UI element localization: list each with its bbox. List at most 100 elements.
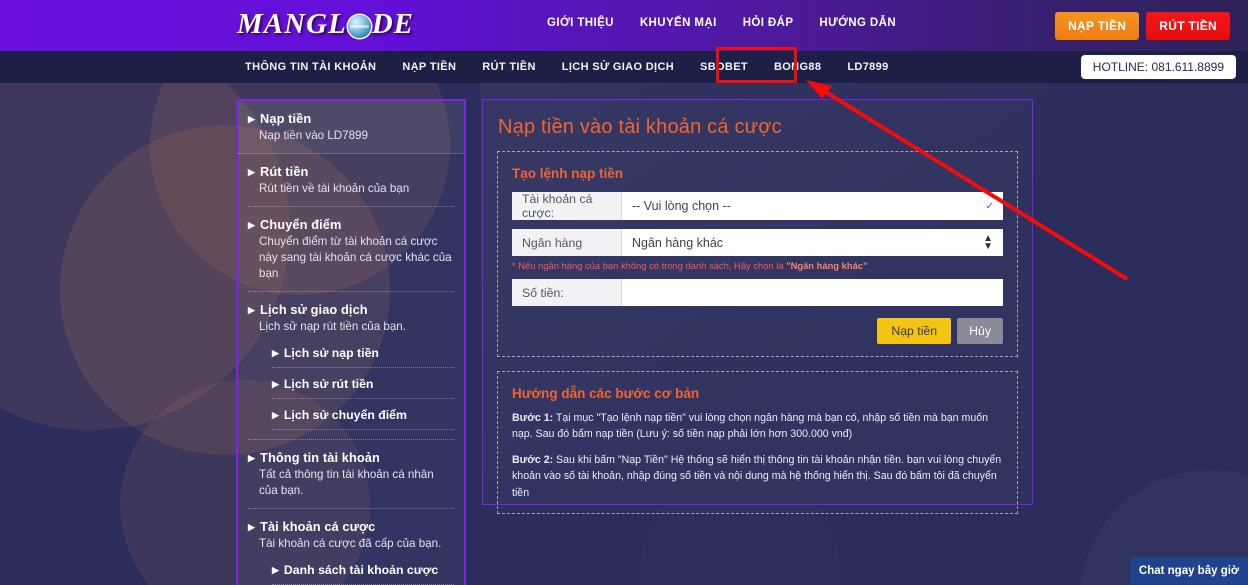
- sidebar-item-desc: Tài khoản cá cược đã cấp của bạn.: [259, 536, 442, 550]
- chevron-right-icon: ▶: [248, 114, 256, 124]
- secondary-nav-items: THÔNG TIN TÀI KHOẢN NẠP TIỀN RÚT TIỀN LỊ…: [232, 51, 902, 83]
- sidebar-item-title: ▶ Chuyển điểm: [248, 217, 454, 232]
- bank-field-label: Ngân hàng: [512, 229, 622, 256]
- account-select-value: -- Vui lòng chọn --: [632, 199, 731, 213]
- guide-title: Hướng dẫn các bước cơ bản: [512, 386, 700, 401]
- header-deposit-button[interactable]: NẠP TIỀN: [1055, 12, 1140, 40]
- bank-note-text: * Nếu ngân hàng của bạn không có trong d…: [512, 260, 787, 271]
- chevron-right-icon: ▶: [272, 347, 279, 358]
- subnav-item-rut-tien[interactable]: RÚT TIỀN: [469, 51, 549, 83]
- subnav-item-thong-tin-tai-khoan[interactable]: THÔNG TIN TÀI KHOẢN: [232, 51, 389, 83]
- page-root: MANGL DE GIỚI THIỆU KHUYẾN MẠI HỎI ĐÁP HƯ…: [0, 0, 1248, 585]
- header-nav: GIỚI THIỆU KHUYẾN MẠI HỎI ĐÁP HƯỚNG DẪN: [547, 17, 896, 29]
- form-buttons: Nạp tiền Hủy: [512, 318, 1003, 344]
- sidebar-subitem-label: Lịch sử nạp tiền: [283, 345, 379, 360]
- sidebar-subgroup-lich-su: ▶ Lịch sử nạp tiền ▶ Lịch sử rút tiền ▶ …: [248, 335, 454, 430]
- deposit-form-card: Tạo lệnh nạp tiền Tài khoản cá cược: -- …: [497, 151, 1018, 357]
- sidebar-item-label: Chuyển điểm: [260, 216, 342, 232]
- header-withdraw-button[interactable]: RÚT TIỀN: [1146, 12, 1230, 40]
- site-header: MANGL DE GIỚI THIỆU KHUYẾN MẠI HỎI ĐÁP HƯ…: [0, 0, 1248, 51]
- sidebar-item-desc: Rút tiền về tài khoản của bạn: [259, 181, 410, 195]
- account-sidebar: ▶ Nạp tiền Nạp tiền vào LD7899 ▶ Rút tiề…: [236, 99, 466, 585]
- form-title: Tạo lệnh nạp tiền: [512, 166, 624, 181]
- guide-card: Hướng dẫn các bước cơ bản Bước 1: Tại mụ…: [497, 371, 1018, 515]
- subnav-item-ld7899[interactable]: LD7899: [834, 51, 901, 83]
- page-title: Nạp tiền vào tài khoản cá cược: [498, 116, 782, 138]
- guide-step-2-label: Bước 2:: [512, 453, 554, 466]
- sidebar-item-nap-tien[interactable]: ▶ Nạp tiền Nạp tiền vào LD7899: [238, 101, 464, 154]
- header-nav-hoi-dap[interactable]: HỎI ĐÁP: [743, 17, 794, 29]
- guide-step-2-text: Sau khi bấm "Nạp Tiền" Hệ thống sẽ hiển …: [512, 453, 1002, 499]
- sidebar-item-title: ▶ Thông tin tài khoản: [248, 450, 454, 465]
- sidebar-subitem-lich-su-nap-tien[interactable]: ▶ Lịch sử nạp tiền: [272, 337, 454, 368]
- chat-widget-button[interactable]: Chat ngay bây giờ: [1130, 557, 1248, 585]
- subnav-item-nap-tien[interactable]: NẠP TIỀN: [389, 51, 469, 83]
- sidebar-item-tai-khoan-ca-cuoc[interactable]: ▶ Tài khoản cá cược Tài khoản cá cược đã…: [248, 509, 454, 585]
- sidebar-item-thong-tin-tai-khoan[interactable]: ▶ Thông tin tài khoản Tất cả thông tin t…: [248, 440, 454, 509]
- bank-select[interactable]: Ngân hàng khác ▲ ▼: [622, 229, 1003, 256]
- bank-select-value: Ngân hàng khác: [632, 235, 724, 250]
- sidebar-subitem-label: Lịch sử rút tiền: [283, 376, 374, 391]
- cancel-button[interactable]: Hủy: [957, 318, 1003, 344]
- guide-step-2: Bước 2: Sau khi bấm "Nạp Tiền" Hệ thống …: [512, 452, 1003, 501]
- main-content-panel: Nạp tiền vào tài khoản cá cược Tạo lệnh …: [482, 99, 1033, 515]
- header-nav-gioi-thieu[interactable]: GIỚI THIỆU: [547, 17, 614, 29]
- chevron-down-icon: ✓: [985, 200, 994, 212]
- sidebar-item-desc: Nạp tiền vào LD7899: [259, 129, 368, 142]
- chevron-right-icon: ▶: [248, 219, 256, 230]
- sidebar-item-label: Rút tiền: [260, 163, 309, 179]
- field-row-account: Tài khoản cá cược: -- Vui lòng chọn -- ✓: [512, 192, 1003, 220]
- chevron-right-icon: ▶: [272, 409, 279, 420]
- account-field-label: Tài khoản cá cược:: [512, 192, 622, 220]
- chevron-right-icon: ▶: [272, 564, 279, 575]
- secondary-nav: THÔNG TIN TÀI KHOẢN NẠP TIỀN RÚT TIỀN LỊ…: [0, 51, 1248, 83]
- chevron-right-icon: ▶: [248, 304, 256, 315]
- guide-step-1-label: Bước 1:: [512, 412, 554, 424]
- sidebar-item-rut-tien[interactable]: ▶ Rút tiền Rút tiền về tài khoản của bạn: [248, 154, 454, 207]
- sidebar-item-title: ▶ Lịch sử giao dịch: [248, 302, 454, 317]
- chevron-right-icon: ▶: [272, 378, 279, 389]
- sidebar-subitem-danh-sach-tai-khoan-cuoc[interactable]: ▶ Danh sách tài khoản cược: [272, 554, 454, 585]
- hotline-badge: HOTLINE: 081.611.8899: [1080, 55, 1236, 79]
- logo-text-after: DE: [371, 8, 415, 40]
- chevron-right-icon: ▶: [248, 452, 256, 463]
- sidebar-item-desc: Tất cả thông tin tài khoản cá nhân của b…: [259, 467, 434, 497]
- logo-text-before: MANGL: [237, 8, 347, 40]
- field-row-bank: Ngân hàng Ngân hàng khác ▲ ▼: [512, 229, 1003, 256]
- header-nav-khuyen-mai[interactable]: KHUYẾN MẠI: [640, 17, 717, 29]
- sidebar-subitem-lich-su-rut-tien[interactable]: ▶ Lịch sử rút tiền: [272, 368, 454, 399]
- guide-step-1: Bước 1: Tại mục "Tạo lệnh nạp tiền" vui …: [512, 410, 1003, 443]
- subnav-item-lich-su-giao-dich[interactable]: LỊCH SỬ GIAO DỊCH: [549, 51, 687, 83]
- site-logo[interactable]: MANGL DE: [237, 8, 414, 41]
- chevron-right-icon: ▶: [248, 521, 256, 532]
- sidebar-item-label: Nạp tiền: [260, 111, 312, 126]
- header-action-buttons: NẠP TIỀN RÚT TIỀN: [1055, 12, 1230, 40]
- sidebar-item-label: Tài khoản cá cược: [260, 518, 376, 534]
- submit-deposit-button[interactable]: Nạp tiền: [877, 318, 952, 344]
- sidebar-item-title: ▶ Rút tiền: [248, 164, 454, 179]
- logo-text: MANGL DE: [237, 8, 414, 41]
- field-row-amount: Số tiền:: [512, 279, 1003, 306]
- sidebar-item-title: ▶ Nạp tiền: [248, 111, 454, 126]
- globe-icon: [347, 15, 371, 38]
- stepper-icon: ▲ ▼: [983, 232, 993, 252]
- sidebar-subitem-label: Lịch sử chuyển điểm: [283, 407, 407, 422]
- account-select[interactable]: -- Vui lòng chọn -- ✓: [622, 192, 1003, 220]
- bank-note: * Nếu ngân hàng của bạn không có trong d…: [512, 260, 1003, 271]
- subnav-item-sbobet[interactable]: SBOBET: [687, 51, 761, 83]
- sidebar-subitem-label: Danh sách tài khoản cược: [283, 562, 439, 577]
- subnav-item-bong88[interactable]: BONG88: [761, 51, 834, 83]
- amount-input-wrap[interactable]: [622, 279, 1003, 306]
- amount-field-label: Số tiền:: [512, 279, 622, 306]
- sidebar-item-desc: Chuyển điểm từ tài khoản cá cược này san…: [259, 234, 452, 280]
- sidebar-item-lich-su-giao-dich[interactable]: ▶ Lịch sử giao dịch Lịch sử nạp rút tiền…: [248, 292, 454, 440]
- guide-step-1-text: Tại mục "Tạo lệnh nạp tiền" vui lòng chọ…: [512, 412, 989, 441]
- sidebar-item-desc: Lịch sử nạp rút tiền của bạn.: [259, 319, 406, 333]
- sidebar-item-chuyen-diem[interactable]: ▶ Chuyển điểm Chuyển điểm từ tài khoản c…: [248, 207, 454, 292]
- chevron-right-icon: ▶: [248, 166, 256, 177]
- sidebar-item-label: Thông tin tài khoản: [260, 449, 380, 465]
- sidebar-subgroup-tai-khoan: ▶ Danh sách tài khoản cược: [248, 552, 454, 585]
- sidebar-subitem-lich-su-chuyen-diem[interactable]: ▶ Lịch sử chuyển điểm: [272, 399, 454, 430]
- header-nav-huong-dan[interactable]: HƯỚNG DẪN: [819, 17, 896, 29]
- sidebar-item-title: ▶ Tài khoản cá cược: [248, 519, 454, 534]
